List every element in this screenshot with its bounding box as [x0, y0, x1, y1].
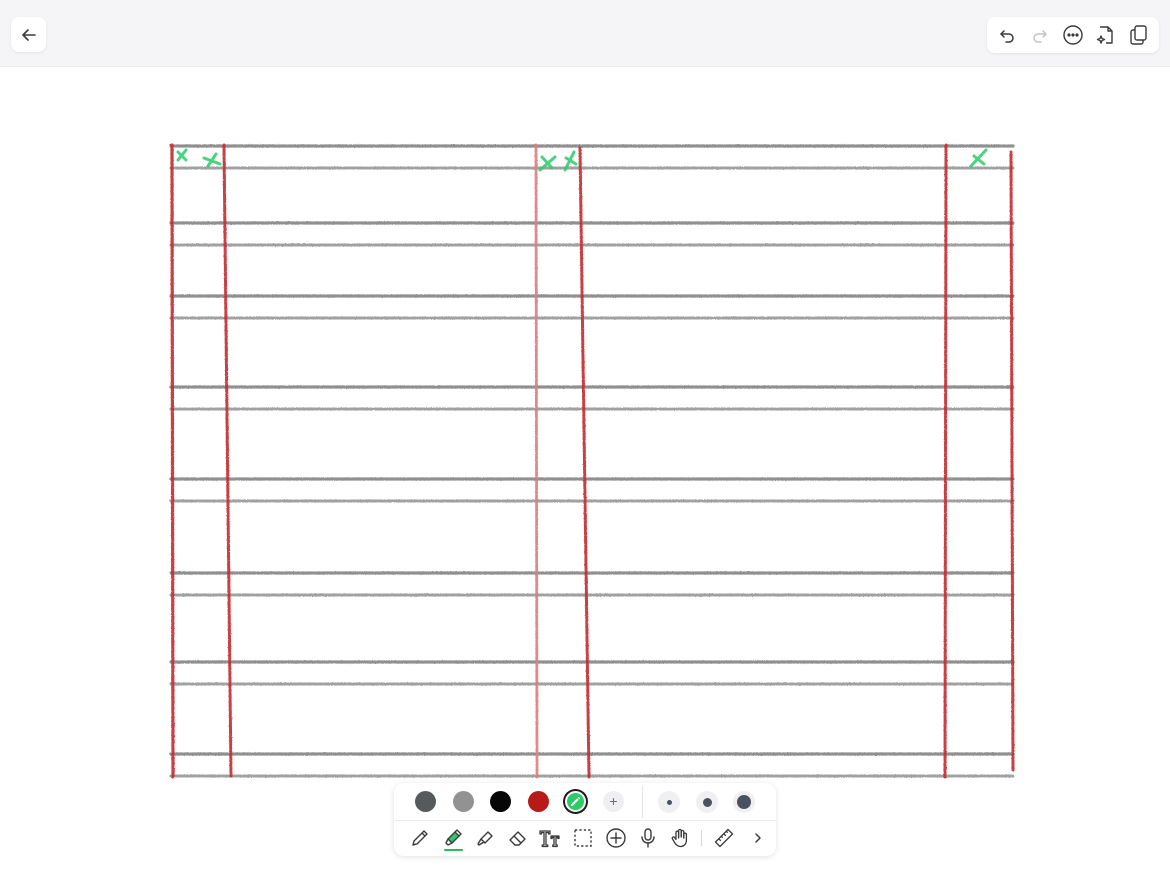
- palette-divider: [642, 785, 643, 818]
- voice-tool[interactable]: [634, 825, 662, 851]
- stroke-size-large[interactable]: [733, 791, 755, 813]
- eraser-icon: [509, 831, 526, 846]
- active-tool-indicator: [444, 849, 463, 851]
- color-row: +: [394, 783, 776, 820]
- text-tool-icon: [539, 830, 560, 848]
- hand-icon: [671, 828, 688, 848]
- chevron-right-icon: [755, 833, 761, 843]
- margin-line: [222, 143, 233, 778]
- plus-circle-icon: [606, 828, 626, 848]
- color-swatch-gray[interactable]: [453, 791, 474, 812]
- pen-tool[interactable]: [406, 825, 434, 851]
- highlighter-icon: [445, 829, 462, 846]
- size-dot-small: [666, 799, 672, 805]
- expand-toolbar-button[interactable]: [744, 825, 772, 851]
- size-dot-large: [737, 795, 751, 809]
- eraser-tool[interactable]: [504, 825, 532, 851]
- notes-app: +: [0, 0, 1170, 877]
- margin-line: [943, 143, 948, 779]
- vertical-margin-lines: [170, 143, 1015, 779]
- horizontal-grid-lines: [169, 144, 1015, 778]
- margin-line: [170, 143, 175, 779]
- margin-line: [1009, 150, 1015, 772]
- insert-tool[interactable]: [602, 825, 630, 851]
- color-swatch-green[interactable]: [565, 791, 586, 812]
- pen-palette: +: [394, 783, 776, 856]
- text-tool[interactable]: [536, 825, 564, 851]
- size-dot-medium: [702, 797, 712, 807]
- pencil-edit-icon: [571, 796, 581, 806]
- color-swatch-dark-gray[interactable]: [415, 791, 436, 812]
- stroke-size-small[interactable]: [658, 791, 680, 813]
- lasso-select-icon: [574, 829, 592, 847]
- ruler-icon: [714, 828, 734, 848]
- hand-drawn-table[interactable]: [0, 0, 1170, 877]
- stroke-size-medium[interactable]: [696, 791, 718, 813]
- add-color-button[interactable]: +: [603, 791, 624, 812]
- highlighter-tool[interactable]: [439, 825, 467, 851]
- color-swatch-red[interactable]: [528, 791, 549, 812]
- microphone-icon: [641, 828, 655, 848]
- marker-icon: [477, 831, 493, 846]
- pen-icon: [412, 830, 428, 846]
- color-swatch-black[interactable]: [490, 791, 511, 812]
- ruler-tool[interactable]: [710, 825, 738, 851]
- drawing-canvas[interactable]: [0, 0, 1170, 877]
- margin-line: [534, 143, 539, 779]
- hand-tool[interactable]: [666, 825, 694, 851]
- tool-separator: [701, 830, 702, 846]
- marker-tool[interactable]: [471, 825, 499, 851]
- lasso-tool[interactable]: [569, 825, 597, 851]
